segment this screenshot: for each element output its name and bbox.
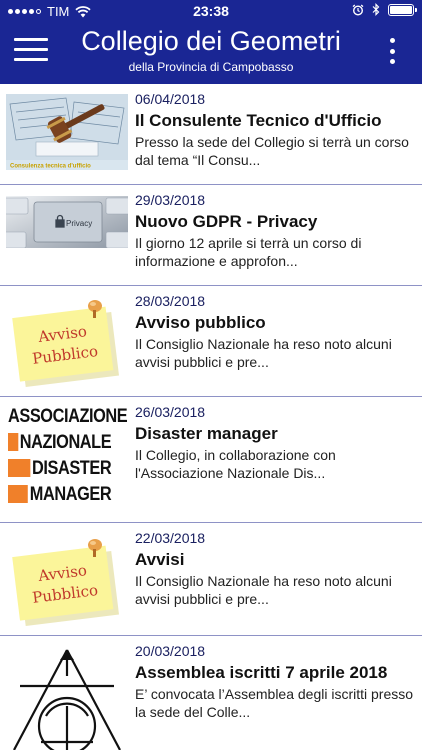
status-bar: TIM 23:38 [0,0,422,22]
news-thumbnail-keyboard: Privacy [6,196,128,248]
news-title: Avviso pubblico [135,313,266,332]
logo-orange-block [8,433,19,451]
news-thumbnail-sticky-note: Avviso Pubblico [6,294,128,390]
news-item-gdpr[interactable]: Privacy 29/03/2018 Nuovo GDPR - Privacy … [0,185,422,286]
news-title: Avvisi [135,550,185,569]
news-text: 22/03/2018 Avvisi Il Consiglio Nazionale… [135,529,416,608]
news-thumbnail-sticky-note: Avviso Pubblico [6,533,128,629]
app-header: TIM 23:38 Collegio dei Geometri della Pr… [0,0,422,84]
battery-icon [388,3,417,16]
news-item-disaster-manager[interactable]: ASSOCIAZIONE NAZIONALE DISASTER MANAGER … [0,397,422,523]
news-text: 06/04/2018 Il Consulente Tecnico d'Uffic… [135,90,416,169]
hamburger-menu-icon[interactable] [14,36,48,64]
sticky-note-image: Avviso Pubblico [12,300,120,387]
news-text: 26/03/2018 Disaster manager Il Collegio,… [135,403,416,482]
news-excerpt: Il Consiglio Nazionale ha reso noto alcu… [135,336,392,370]
logo-line: DISASTER [32,457,112,479]
news-title: Il Consulente Tecnico d'Ufficio [135,111,382,130]
news-title: Assemblea iscritti 7 aprile 2018 [135,663,388,682]
sticky-note-image: Avviso Pubblico [12,539,120,626]
association-logo: ASSOCIAZIONE NAZIONALE DISASTER MANAGER [8,403,128,507]
news-excerpt: E’ convocata l’Assemblea degli iscritti … [135,686,414,720]
keyboard-image: Privacy [6,196,128,248]
news-item-avviso-pubblico[interactable]: Avviso Pubblico 28/03/2018 Avviso pubbli… [0,286,422,397]
news-excerpt: Il Collegio, in collaborazione con l'Ass… [135,447,336,481]
news-date: 20/03/2018 [135,643,206,659]
news-thumbnail-logo: ASSOCIAZIONE NAZIONALE DISASTER MANAGER [6,403,128,517]
page-title: Collegio dei Geometri [81,26,341,56]
alarm-icon [352,4,364,16]
news-thumbnail-gavel: Consulenza tecnica d'ufficio [6,94,128,170]
status-right [352,3,417,16]
vertical-dots-icon[interactable] [388,38,396,64]
key-label: Privacy [66,219,92,228]
logo-orange-block [8,459,31,477]
news-date: 28/03/2018 [135,293,206,309]
news-date: 26/03/2018 [135,404,206,420]
news-title: Disaster manager [135,424,278,443]
thumbnail-caption: Consulenza tecnica d'ufficio [10,164,91,170]
news-title: Nuovo GDPR - Privacy [135,212,318,231]
news-list: Consulenza tecnica d'ufficio 06/04/2018 … [0,84,422,750]
news-excerpt: Presso la sede del Collegio si terrà un … [135,134,409,168]
page-subtitle: della Provincia di Campobasso [128,60,294,74]
news-item-assemblea[interactable]: 20/03/2018 Assemblea iscritti 7 aprile 2… [0,636,422,750]
news-text: 28/03/2018 Avviso pubblico Il Consiglio … [135,292,416,371]
news-date: 22/03/2018 [135,530,206,546]
news-item-avvisi[interactable]: Avviso Pubblico 22/03/2018 Avvisi Il Con… [0,523,422,636]
news-item-ctu[interactable]: Consulenza tecnica d'ufficio 06/04/2018 … [0,84,422,185]
news-date: 06/04/2018 [135,91,206,107]
logo-line: NAZIONALE [19,431,112,453]
logo-orange-block [8,485,29,503]
gavel-image: Consulenza tecnica d'ufficio [6,94,128,170]
logo-line: ASSOCIAZIONE [8,405,128,427]
news-text: 29/03/2018 Nuovo GDPR - Privacy Il giorn… [135,191,416,270]
news-text: 20/03/2018 Assemblea iscritti 7 aprile 2… [135,642,416,721]
news-date: 29/03/2018 [135,192,206,208]
bluetooth-icon [372,3,380,16]
news-excerpt: Il giorno 12 aprile si terrà un corso di… [135,235,362,269]
geometri-emblem-image [13,649,121,750]
news-thumbnail-emblem [6,646,128,750]
logo-line: MANAGER [29,483,112,505]
news-excerpt: Il Consiglio Nazionale ha reso noto alcu… [135,573,392,607]
